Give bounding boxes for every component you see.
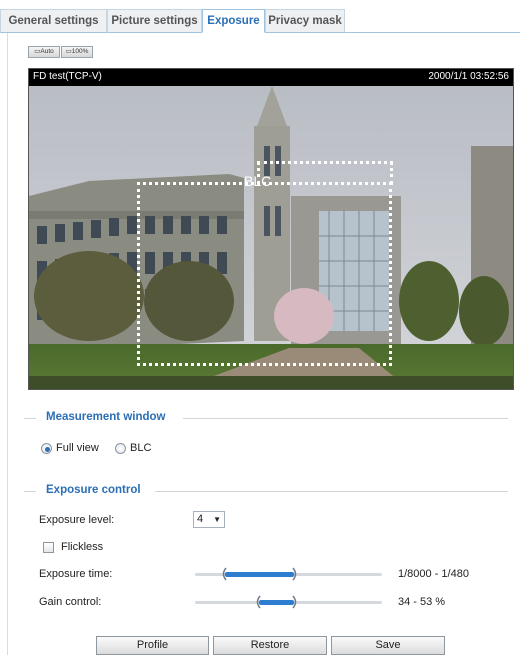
- gain-control-slider-range: [258, 600, 295, 605]
- blc-radio[interactable]: [115, 443, 126, 454]
- exposure-time-slider-range: [224, 572, 295, 577]
- gain-control-max-handle[interactable]: [291, 595, 299, 609]
- exposure-time-max-handle[interactable]: [291, 567, 299, 581]
- video-view[interactable]: FD test(TCP-V) 2000/1/1 03:52:56 BLC: [28, 68, 514, 390]
- section-divider: [24, 491, 36, 492]
- view-100-label: 100%: [71, 48, 89, 55]
- exposure-level-label: Exposure level:: [39, 514, 115, 526]
- gain-control-min-handle[interactable]: [254, 595, 262, 609]
- exposure-time-label: Exposure time:: [39, 568, 113, 580]
- full-view-label: Full view: [56, 442, 99, 454]
- view-auto-label: Auto: [40, 48, 54, 55]
- view-auto-button[interactable]: ▭Auto: [28, 46, 60, 58]
- section-divider: [24, 418, 36, 419]
- exposure-time-min-handle[interactable]: [220, 567, 228, 581]
- blc-window[interactable]: [137, 182, 392, 366]
- video-timestamp: 2000/1/1 03:52:56: [428, 71, 509, 82]
- tab-general-settings[interactable]: General settings: [0, 9, 107, 33]
- tab-privacy-mask[interactable]: Privacy mask: [265, 9, 345, 33]
- section-divider: [183, 418, 508, 419]
- save-button[interactable]: Save: [331, 636, 445, 655]
- blc-label: BLC: [130, 442, 152, 454]
- exposure-level-value: 4: [197, 513, 204, 525]
- section-divider: [155, 491, 508, 492]
- tab-picture-settings[interactable]: Picture settings: [107, 9, 202, 33]
- chevron-down-icon: ▼: [213, 515, 221, 524]
- gain-control-label: Gain control:: [39, 596, 102, 608]
- profile-button[interactable]: Profile: [96, 636, 209, 655]
- view-100-button[interactable]: ▭100%: [61, 46, 93, 58]
- full-view-radio[interactable]: [41, 443, 52, 454]
- exposure-time-value: 1/8000 - 1/480: [398, 568, 469, 580]
- blc-window-top: [257, 161, 393, 185]
- flickless-checkbox[interactable]: [43, 542, 54, 553]
- video-caption-bar: FD test(TCP-V) 2000/1/1 03:52:56: [29, 69, 513, 86]
- gain-control-value: 34 - 53 %: [398, 596, 446, 608]
- exposure-control-title: Exposure control: [46, 484, 141, 496]
- tab-exposure[interactable]: Exposure: [202, 9, 265, 33]
- tab-bar: General settings Picture settings Exposu…: [0, 0, 520, 33]
- exposure-level-select[interactable]: 4 ▼: [193, 511, 225, 528]
- video-title: FD test(TCP-V): [33, 71, 102, 82]
- flickless-label: Flickless: [61, 541, 104, 553]
- blc-window-label: BLC: [244, 173, 272, 189]
- restore-button[interactable]: Restore: [213, 636, 327, 655]
- measurement-window-title: Measurement window: [46, 411, 166, 423]
